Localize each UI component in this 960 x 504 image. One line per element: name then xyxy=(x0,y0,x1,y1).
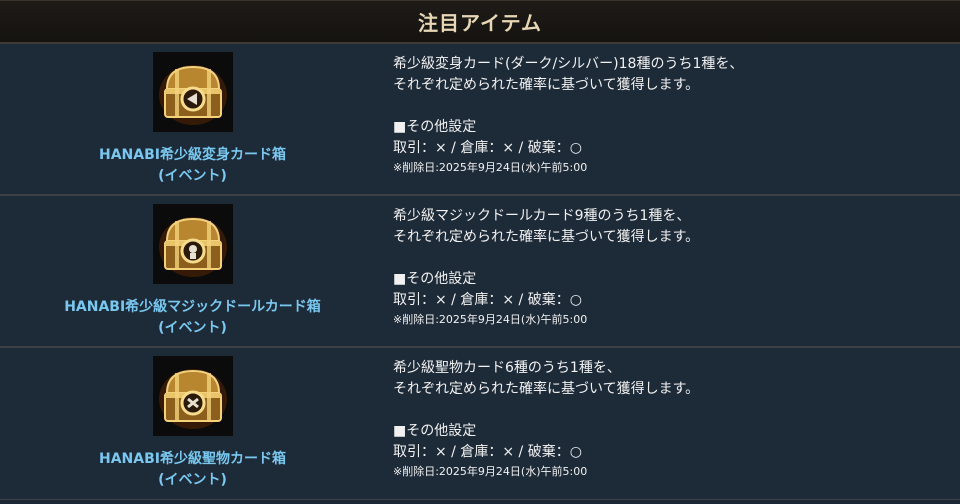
panel-title: 注目アイテム xyxy=(418,11,542,35)
description-line: 希少級マジックドールカード9種のうち1種を、 xyxy=(393,208,691,224)
item-row: HANABI希少級変身カード箱 (イベント) 希少級変身カード(ダーク/シルバー… xyxy=(0,44,960,196)
deletion-date: ※削除日:2025年9月24日(水)午前5:00 xyxy=(393,465,588,478)
deletion-date: ※削除日:2025年9月24日(水)午前5:00 xyxy=(393,161,588,174)
item-row: HANABI希少級マジックドールカード箱 (イベント) 希少級マジックドールカー… xyxy=(0,196,960,348)
item-description: 希少級聖物カード6種のうち1種を、 それぞれ定められた確率に基づいて獲得します。… xyxy=(385,348,960,499)
item-row: HANABI希少級聖物カード箱 (イベント) 希少級聖物カード6種のうち1種を、… xyxy=(0,348,960,500)
settings-label: ■その他設定 xyxy=(393,119,477,135)
panel-header: 注目アイテム xyxy=(0,0,960,44)
description-line: それぞれ定められた確率に基づいて獲得します。 xyxy=(393,381,700,397)
item-name-line: HANABI希少級聖物カード箱 xyxy=(99,451,286,467)
item-list: HANABI希少級変身カード箱 (イベント) 希少級変身カード(ダーク/シルバー… xyxy=(0,44,960,500)
item-info: HANABI希少級聖物カード箱 (イベント) xyxy=(0,348,385,499)
settings-values: 取引：× / 倉庫：× / 破棄：○ xyxy=(393,444,582,460)
treasure-chest-icon[interactable] xyxy=(152,204,233,284)
settings-values: 取引：× / 倉庫：× / 破棄：○ xyxy=(393,140,582,156)
treasure-chest-icon[interactable] xyxy=(152,356,233,436)
item-name[interactable]: HANABI希少級変身カード箱 (イベント) xyxy=(99,145,286,187)
item-name-line: HANABI希少級変身カード箱 xyxy=(99,147,286,163)
chest-graphic xyxy=(158,217,227,277)
item-description: 希少級マジックドールカード9種のうち1種を、 それぞれ定められた確率に基づいて獲… xyxy=(385,196,960,346)
item-info: HANABI希少級変身カード箱 (イベント) xyxy=(0,44,385,194)
item-name[interactable]: HANABI希少級マジックドールカード箱 (イベント) xyxy=(64,297,321,339)
item-name-suffix: (イベント) xyxy=(158,168,227,184)
item-name-suffix: (イベント) xyxy=(158,472,227,488)
item-description: 希少級変身カード(ダーク/シルバー)18種のうち1種を、 それぞれ定められた確率… xyxy=(385,44,960,194)
description-line: それぞれ定められた確率に基づいて獲得します。 xyxy=(393,229,700,245)
chest-graphic xyxy=(158,369,227,429)
settings-values: 取引：× / 倉庫：× / 破棄：○ xyxy=(393,292,582,308)
treasure-chest-icon[interactable] xyxy=(152,52,233,132)
settings-label: ■その他設定 xyxy=(393,271,477,287)
item-name-suffix: (イベント) xyxy=(158,320,227,336)
deletion-date: ※削除日:2025年9月24日(水)午前5:00 xyxy=(393,313,588,326)
description-line: 希少級変身カード(ダーク/シルバー)18種のうち1種を、 xyxy=(393,56,744,72)
item-name-line: HANABI希少級マジックドールカード箱 xyxy=(64,299,321,315)
featured-items-panel: 注目アイテム HANABI希少級変身カード箱 (イベント) 希少級変身カード(ダ… xyxy=(0,0,960,504)
description-line: それぞれ定められた確率に基づいて獲得します。 xyxy=(393,77,700,93)
item-info: HANABI希少級マジックドールカード箱 (イベント) xyxy=(0,196,385,346)
description-line: 希少級聖物カード6種のうち1種を、 xyxy=(393,360,621,376)
chest-graphic xyxy=(158,65,227,125)
item-name[interactable]: HANABI希少級聖物カード箱 (イベント) xyxy=(99,449,286,491)
settings-label: ■その他設定 xyxy=(393,423,477,439)
